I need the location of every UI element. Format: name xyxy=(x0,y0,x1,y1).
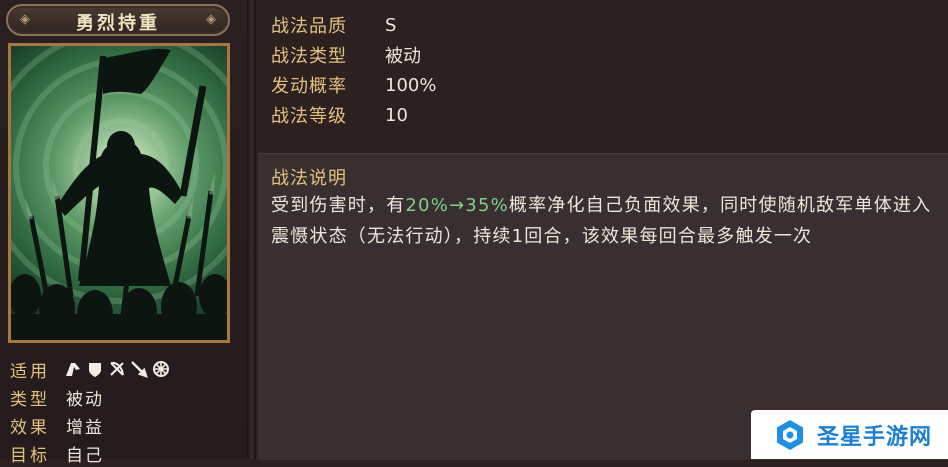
panel-divider xyxy=(247,0,256,459)
tag-value: 被动 xyxy=(66,389,104,410)
watermark: 圣星手游网 xyxy=(751,410,948,459)
attribute-label: 战法品质 xyxy=(271,16,347,37)
attribute-value: 10 xyxy=(385,104,408,126)
watermark-logo-icon xyxy=(777,419,803,450)
attribute-value: 100% xyxy=(385,74,437,96)
attribute-label: 战法等级 xyxy=(271,106,347,127)
attribute-row: 战法品质 S xyxy=(271,10,436,40)
tag-row-target: 目标 自己 xyxy=(10,439,170,467)
tag-label: 适用 xyxy=(10,361,50,382)
skill-attributes: 战法品质 S 战法类型 被动 发动概率 100% 战法等级 10 xyxy=(271,10,436,130)
tag-label: 目标 xyxy=(10,445,50,466)
attribute-label: 战法类型 xyxy=(271,46,347,67)
description-text-before: 受到伤害时，有 xyxy=(271,195,406,216)
tag-label: 类型 xyxy=(10,389,50,410)
watermark-text: 圣星手游网 xyxy=(817,424,933,450)
attribute-row: 战法类型 被动 xyxy=(271,40,436,70)
tag-value: 自己 xyxy=(66,445,104,466)
tag-value: 增益 xyxy=(66,417,104,438)
tag-row-type: 类型 被动 xyxy=(10,383,170,411)
skill-side-panel: ◈ 勇烈持重 ◈ 适用 类型 被动 效果 增益 目标 自己 xyxy=(0,0,247,466)
bow-icon xyxy=(110,361,124,376)
warrior-silhouette-art xyxy=(11,46,227,340)
skill-tags: 适用 类型 被动 效果 增益 目标 自己 xyxy=(10,355,170,467)
attribute-row: 战法等级 10 xyxy=(271,100,436,130)
attribute-value: 被动 xyxy=(385,46,421,67)
attribute-label: 发动概率 xyxy=(271,76,347,97)
description-highlight: 20%→35% xyxy=(405,195,509,216)
title-ornament-right-icon: ◈ xyxy=(206,12,216,27)
wheel-icon xyxy=(153,361,169,377)
description-text: 受到伤害时，有20%→35%概率净化自己负面效果，同时使随机敌军单体进入震慑状态… xyxy=(271,190,939,252)
unit-type-icons xyxy=(64,360,170,378)
tag-label: 效果 xyxy=(10,417,50,438)
skill-card-art xyxy=(8,43,230,343)
shield-icon xyxy=(89,363,101,377)
skill-title-plate: ◈ 勇烈持重 ◈ xyxy=(6,4,230,36)
tag-row-effect: 效果 增益 xyxy=(10,411,170,439)
description-title: 战法说明 xyxy=(271,168,347,189)
cavalry-icon xyxy=(66,363,80,376)
attribute-row: 发动概率 100% xyxy=(271,70,436,100)
skill-title: 勇烈持重 xyxy=(76,13,160,34)
tag-row-applicable: 适用 xyxy=(10,355,170,383)
spear-icon xyxy=(131,361,148,378)
attribute-value: S xyxy=(385,14,397,36)
